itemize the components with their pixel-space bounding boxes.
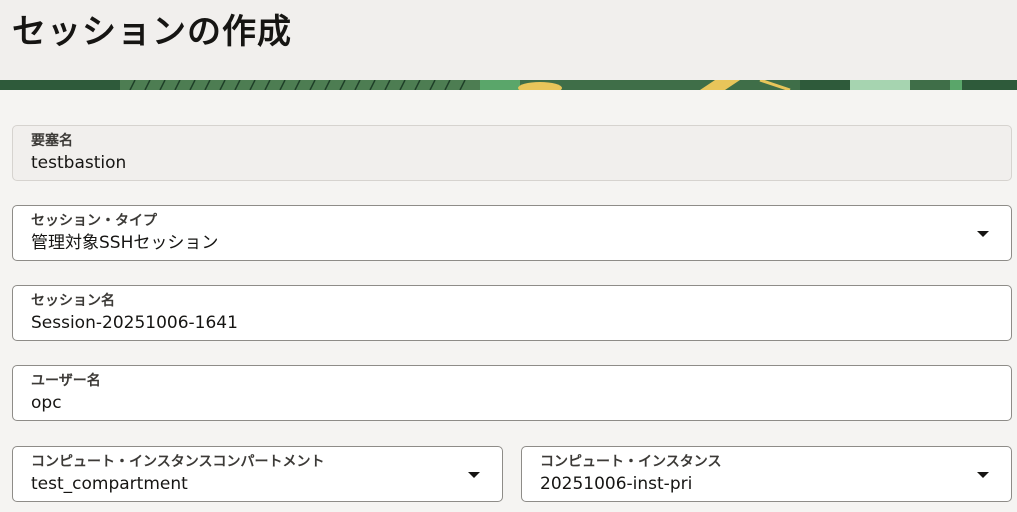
- create-session-form: 要塞名 testbastion セッション・タイプ 管理対象SSHセッション セ…: [0, 90, 1017, 512]
- banner-pattern: [0, 80, 1017, 90]
- page-header: セッションの作成: [0, 0, 1017, 80]
- username-value[interactable]: opc: [31, 393, 62, 413]
- decorative-banner: [0, 80, 1017, 90]
- session-name-value[interactable]: Session-20251006-1641: [31, 313, 238, 333]
- compute-compartment-select[interactable]: コンピュート・インスタンスコンパートメント test_compartment: [12, 446, 503, 502]
- session-name-label: セッション名: [31, 293, 115, 309]
- chevron-down-icon[interactable]: [977, 472, 989, 478]
- chevron-down-icon[interactable]: [977, 231, 989, 237]
- username-input[interactable]: ユーザー名 opc: [12, 365, 1012, 421]
- session-type-label: セッション・タイプ: [31, 213, 157, 229]
- bastion-name-value: testbastion: [31, 153, 127, 173]
- username-label: ユーザー名: [31, 373, 101, 389]
- compute-instance-select[interactable]: コンピュート・インスタンス 20251006-inst-pri: [521, 446, 1012, 502]
- page-title: セッションの作成: [12, 12, 292, 52]
- session-type-value: 管理対象SSHセッション: [31, 233, 219, 253]
- session-name-input[interactable]: セッション名 Session-20251006-1641: [12, 285, 1012, 341]
- bastion-name-label: 要塞名: [31, 133, 73, 149]
- compute-instance-label: コンピュート・インスタンス: [540, 454, 722, 470]
- chevron-down-icon[interactable]: [468, 472, 480, 478]
- compute-compartment-value: test_compartment: [31, 474, 188, 494]
- session-type-select[interactable]: セッション・タイプ 管理対象SSHセッション: [12, 205, 1012, 261]
- bastion-name-field: 要塞名 testbastion: [12, 125, 1012, 181]
- compute-instance-value: 20251006-inst-pri: [540, 474, 693, 494]
- compute-compartment-label: コンピュート・インスタンスコンパートメント: [31, 454, 325, 470]
